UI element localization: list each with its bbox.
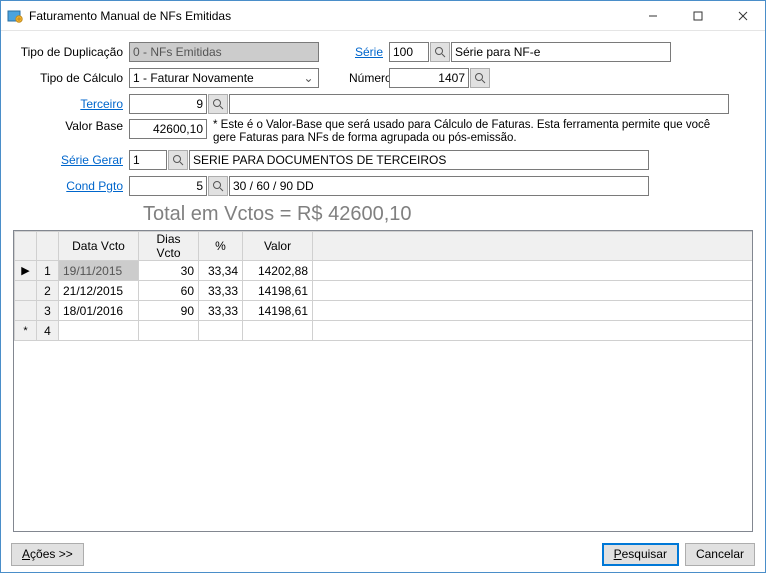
input-terceiro[interactable] bbox=[129, 94, 207, 114]
col-dias-vcto[interactable]: Dias Vcto bbox=[139, 232, 199, 261]
table-row[interactable]: ▶119/11/20153033,3414202,88 bbox=[15, 261, 753, 281]
input-serie-gerar[interactable] bbox=[129, 150, 167, 170]
cell-data-vcto[interactable]: 18/01/2016 bbox=[59, 301, 139, 321]
col-rownum bbox=[37, 232, 59, 261]
cell-valor[interactable]: 14198,61 bbox=[243, 301, 313, 321]
acoes-button[interactable]: Ações >> bbox=[11, 543, 84, 566]
note-valor-base: * Este é o Valor-Base que será usado par… bbox=[213, 119, 723, 145]
cell-valor[interactable] bbox=[243, 321, 313, 341]
link-cond-pgto[interactable]: Cond Pgto bbox=[13, 179, 129, 193]
col-valor[interactable]: Valor bbox=[243, 232, 313, 261]
row-number: 3 bbox=[37, 301, 59, 321]
maximize-button[interactable] bbox=[675, 1, 720, 30]
lookup-terceiro[interactable] bbox=[208, 94, 228, 114]
cell-data-vcto[interactable]: 19/11/2015 bbox=[59, 261, 139, 281]
main-window: Faturamento Manual de NFs Emitidas Tipo … bbox=[0, 0, 766, 573]
input-terceiro-desc[interactable] bbox=[229, 94, 729, 114]
col-data-vcto[interactable]: Data Vcto bbox=[59, 232, 139, 261]
input-valor-base[interactable] bbox=[129, 119, 207, 139]
label-valor-base: Valor Base bbox=[13, 119, 129, 133]
link-serie-gerar[interactable]: Série Gerar bbox=[13, 153, 129, 167]
row-number: 2 bbox=[37, 281, 59, 301]
close-button[interactable] bbox=[720, 1, 765, 30]
cell-pct[interactable]: 33,34 bbox=[199, 261, 243, 281]
cell-dias-vcto[interactable] bbox=[139, 321, 199, 341]
chevron-down-icon: ⌄ bbox=[301, 71, 316, 85]
window-buttons bbox=[630, 1, 765, 30]
cell-data-vcto[interactable]: 21/12/2015 bbox=[59, 281, 139, 301]
row-marker bbox=[15, 301, 37, 321]
cell-pct[interactable]: 33,33 bbox=[199, 301, 243, 321]
pesquisar-button[interactable]: Pesquisar bbox=[602, 543, 679, 566]
input-cond-pgto-desc[interactable] bbox=[229, 176, 649, 196]
row-marker: ▶ bbox=[15, 261, 37, 281]
table-row[interactable]: *4 bbox=[15, 321, 753, 341]
installments-grid[interactable]: Data Vcto Dias Vcto % Valor ▶119/11/2015… bbox=[14, 231, 752, 341]
grid-container: Data Vcto Dias Vcto % Valor ▶119/11/2015… bbox=[13, 230, 753, 532]
form: Tipo de Duplicação 0 - NFs Emitidas Séri… bbox=[13, 41, 753, 197]
table-row[interactable]: 318/01/20169033,3314198,61 bbox=[15, 301, 753, 321]
window-title: Faturamento Manual de NFs Emitidas bbox=[29, 9, 630, 23]
input-serie-gerar-desc[interactable] bbox=[189, 150, 649, 170]
col-pct[interactable]: % bbox=[199, 232, 243, 261]
link-serie[interactable]: Série bbox=[349, 45, 389, 59]
table-row[interactable]: 221/12/20156033,3314198,61 bbox=[15, 281, 753, 301]
label-tipo-calculo: Tipo de Cálculo bbox=[13, 71, 129, 85]
input-numero[interactable] bbox=[389, 68, 469, 88]
cell-valor[interactable]: 14198,61 bbox=[243, 281, 313, 301]
cell-pct[interactable] bbox=[199, 321, 243, 341]
lookup-cond-pgto[interactable] bbox=[208, 176, 228, 196]
cell-valor[interactable]: 14202,88 bbox=[243, 261, 313, 281]
cell-dias-vcto[interactable]: 30 bbox=[139, 261, 199, 281]
col-marker bbox=[15, 232, 37, 261]
lookup-numero[interactable] bbox=[470, 68, 490, 88]
cell-data-vcto[interactable] bbox=[59, 321, 139, 341]
titlebar: Faturamento Manual de NFs Emitidas bbox=[1, 1, 765, 31]
footer: Ações >> Pesquisar Cancelar bbox=[1, 536, 765, 572]
lookup-serie-gerar[interactable] bbox=[168, 150, 188, 170]
row-number: 4 bbox=[37, 321, 59, 341]
cell-pct[interactable]: 33,33 bbox=[199, 281, 243, 301]
cell-dias-vcto[interactable]: 90 bbox=[139, 301, 199, 321]
row-marker: * bbox=[15, 321, 37, 341]
link-terceiro[interactable]: Terceiro bbox=[13, 97, 129, 111]
cancelar-button[interactable]: Cancelar bbox=[685, 543, 755, 566]
col-filler bbox=[313, 232, 753, 261]
row-marker bbox=[15, 281, 37, 301]
input-cond-pgto[interactable] bbox=[129, 176, 207, 196]
lookup-serie[interactable] bbox=[430, 42, 450, 62]
label-tipo-duplicacao: Tipo de Duplicação bbox=[13, 45, 129, 59]
label-numero: Número bbox=[349, 71, 389, 85]
row-number: 1 bbox=[37, 261, 59, 281]
input-serie[interactable] bbox=[389, 42, 429, 62]
content-area: Tipo de Duplicação 0 - NFs Emitidas Séri… bbox=[1, 31, 765, 536]
minimize-button[interactable] bbox=[630, 1, 675, 30]
input-serie-desc[interactable] bbox=[451, 42, 671, 62]
combo-tipo-duplicacao: 0 - NFs Emitidas bbox=[129, 42, 319, 62]
combo-tipo-calculo[interactable]: 1 - Faturar Novamente ⌄ bbox=[129, 68, 319, 88]
total-label: Total em Vctos = R$ 42600,10 bbox=[143, 203, 753, 226]
app-icon bbox=[7, 8, 23, 24]
cell-dias-vcto[interactable]: 60 bbox=[139, 281, 199, 301]
